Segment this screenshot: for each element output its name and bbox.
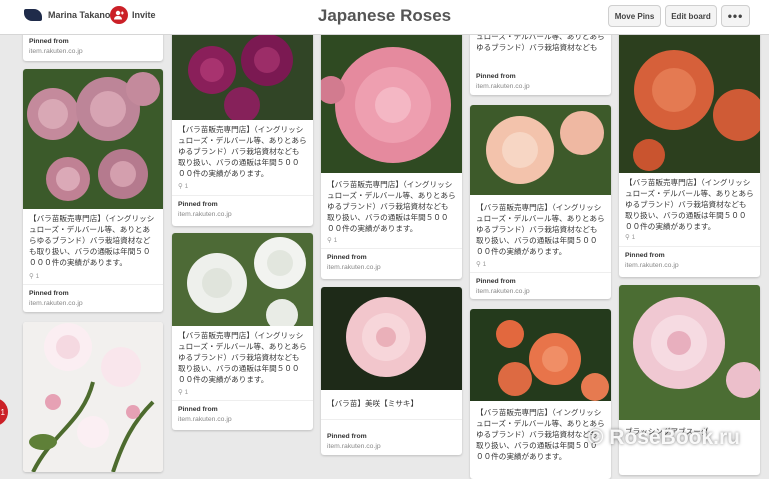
repin-count: ⚲ 1 [625, 234, 636, 241]
divider [172, 195, 313, 196]
user-name: Marina Takano [48, 10, 111, 20]
pin-icon: ⚲ [178, 183, 183, 190]
pin-source-label: Pinned from [29, 38, 69, 45]
divider [172, 400, 313, 401]
pin-image[interactable] [23, 69, 163, 209]
repin-count: ⚲ 1 [327, 237, 338, 244]
divider [23, 284, 163, 285]
pin-image[interactable] [470, 309, 611, 401]
pin-source-url[interactable]: item.rakuten.co.jp [625, 262, 679, 269]
pin-card[interactable]: 【バラ苗】美咲【ミサキ】 Pinned from item.rakuten.co… [321, 287, 462, 455]
avatar [24, 9, 42, 21]
pin-description: 【バラ苗販売専門店】（イングリッシュローズ・デルバール等、ありとあらゆるブランド… [178, 125, 307, 178]
pin-icon: ⚲ [178, 389, 183, 396]
person-plus-icon [110, 6, 128, 24]
user-profile-link[interactable]: Marina Takano [24, 9, 110, 21]
pin-icon: ⚲ [327, 237, 332, 244]
pin-card[interactable]: 【バラ苗販売専門店】（イングリッシュローズ・デルバール等、ありとあらゆるブランド… [470, 309, 611, 479]
pin-card[interactable] [23, 322, 163, 472]
repin-count: ⚲ 1 [178, 183, 189, 190]
divider [321, 419, 462, 420]
pin-source-url[interactable]: item.rakuten.co.jp [476, 83, 530, 90]
pin-image[interactable] [619, 285, 760, 420]
invite-label: Invite [132, 10, 156, 20]
edit-board-button[interactable]: Edit board [665, 5, 717, 27]
pin-source-url[interactable]: item.rakuten.co.jp [178, 211, 232, 218]
pin-source-label: Pinned from [178, 201, 218, 208]
pin-source-label: Pinned from [178, 406, 218, 413]
repin-count: ⚲ 1 [29, 273, 40, 280]
pin-image[interactable] [321, 287, 462, 390]
pin-image[interactable] [619, 30, 760, 173]
divider [321, 248, 462, 249]
pin-card[interactable]: 【バラ苗販売専門店】（イングリッシュローズ・デルバール等、ありとあらゆるブランド… [619, 30, 760, 277]
pin-source-label: Pinned from [625, 252, 665, 259]
pin-image[interactable] [321, 30, 462, 173]
divider [619, 246, 760, 247]
pin-source-url[interactable]: item.rakuten.co.jp [29, 48, 83, 55]
pin-source-label: Pinned from [327, 254, 367, 261]
pin-icon: ⚲ [29, 273, 34, 280]
move-pins-button[interactable]: Move Pins [608, 5, 661, 27]
pin-description: 【バラ苗】美咲【ミサキ】 [327, 399, 419, 408]
pin-description: 【バラ苗販売専門店】（イングリッシュローズ・デルバール等、ありとあらゆるブランド… [327, 180, 456, 233]
repin-count: ⚲ 1 [178, 389, 189, 396]
pin-source-label: Pinned from [29, 290, 69, 297]
pin-description: 【バラ苗販売専門店】（イングリッシュローズ・デルバール等、ありとあらゆるブランド… [476, 203, 605, 256]
pin-icon: ⚲ [476, 261, 481, 268]
pin-source-url[interactable]: item.rakuten.co.jp [29, 300, 83, 307]
pin-card[interactable]: 【バラ苗販売専門店】（イングリッシュローズ・デルバール等、ありとあらゆるブランド… [470, 105, 611, 299]
pin-source-url[interactable]: item.rakuten.co.jp [327, 264, 381, 271]
pin-card[interactable]: 【バラ苗販売専門店】（イングリッシュローズ・デルバール等、ありとあらゆるブランド… [23, 69, 163, 312]
pin-description: 【バラ苗販売専門店】（イングリッシュローズ・デルバール等、ありとあらゆるブランド… [29, 214, 155, 267]
pin-source-url[interactable]: item.rakuten.co.jp [327, 443, 381, 450]
pin-source-url[interactable]: item.rakuten.co.jp [476, 288, 530, 295]
white-pink-rose-photo[interactable] [23, 322, 163, 472]
watermark: © RoseBook.ru [588, 426, 740, 449]
pin-description: 【バラ苗販売専門店】（イングリッシュローズ・デルバール等、ありとあらゆるブランド… [178, 331, 307, 384]
pin-card[interactable]: 【バラ苗販売専門店】（イングリッシュローズ・デルバール等、ありとあらゆるブランド… [321, 30, 462, 279]
pin-source-label: Pinned from [476, 73, 516, 80]
pin-image[interactable] [470, 105, 611, 195]
pin-description: 【バラ苗販売専門店】（イングリッシュローズ・デルバール等、ありとあらゆるブランド… [476, 408, 605, 461]
notification-badge[interactable]: 1 [0, 398, 8, 426]
more-options-button[interactable]: ••• [721, 5, 750, 27]
divider [470, 272, 611, 273]
pin-icon: ⚲ [625, 234, 630, 241]
pin-description: 【バラ苗販売専門店】（イングリッシュローズ・デルバール等、ありとあらゆるブランド… [625, 178, 754, 231]
pin-source-label: Pinned from [327, 433, 367, 440]
pin-card[interactable]: 【バラ苗販売専門店】（イングリッシュローズ・デルバール等、ありとあらゆるブランド… [172, 30, 313, 226]
pin-card[interactable]: 【バラ苗販売専門店】（イングリッシュローズ・デルバール等、ありとあらゆるブランド… [172, 233, 313, 430]
repin-count: ⚲ 1 [476, 261, 487, 268]
pin-source-label: Pinned from [476, 278, 516, 285]
pin-image[interactable] [172, 233, 313, 326]
invite-button[interactable]: Invite [110, 6, 156, 24]
pin-image[interactable] [172, 30, 313, 120]
top-bar: Marina Takano Invite Japanese Roses Move… [0, 0, 769, 35]
pin-source-url[interactable]: item.rakuten.co.jp [178, 416, 232, 423]
